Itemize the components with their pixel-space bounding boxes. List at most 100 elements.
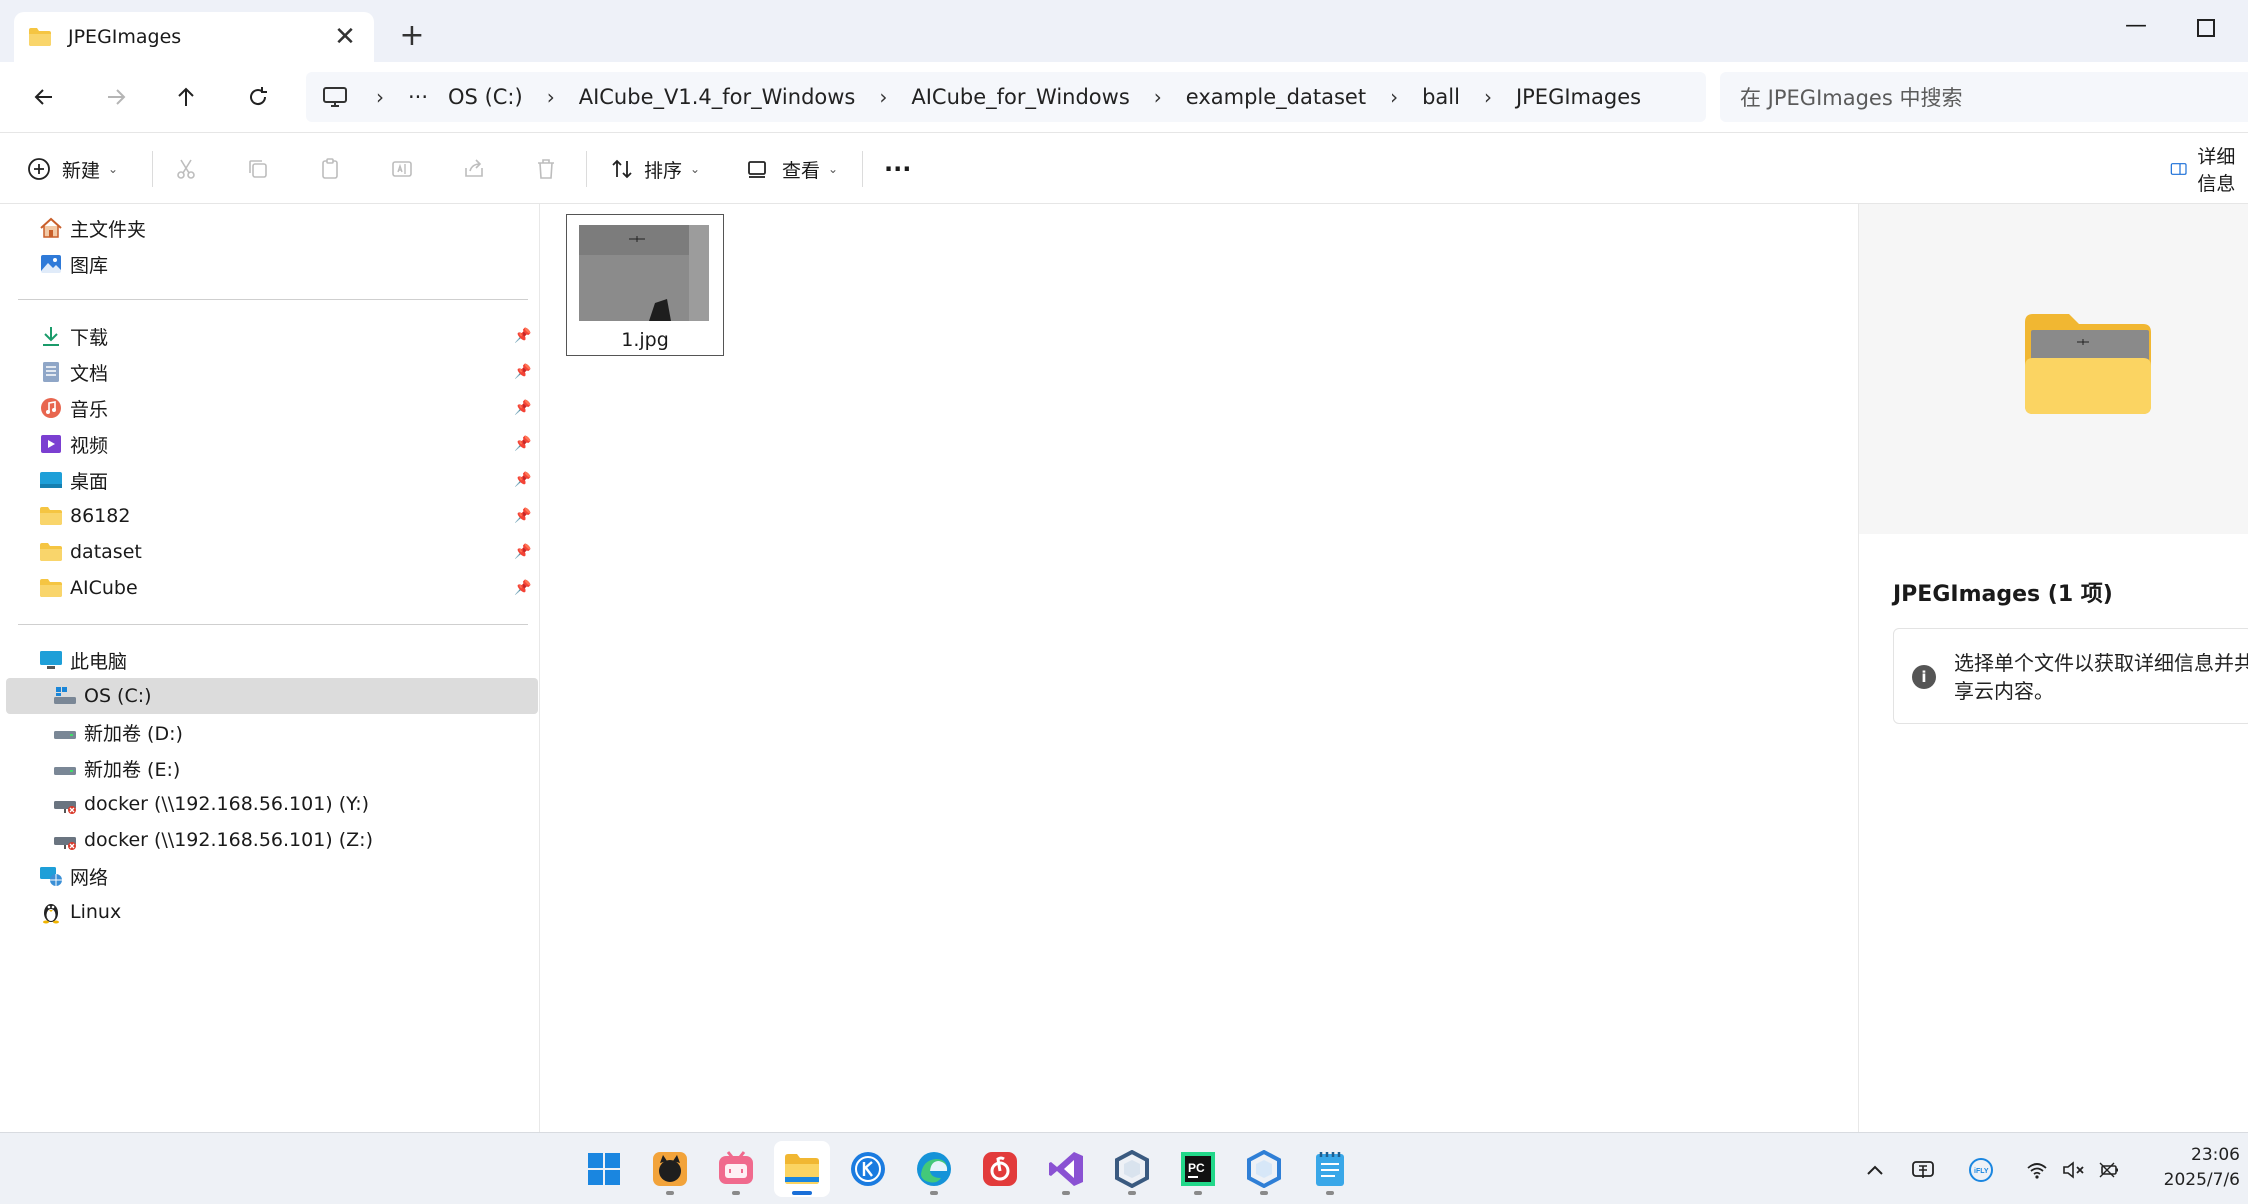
sidebar-item-music[interactable]: 音乐 📌 <box>0 390 538 426</box>
clock[interactable]: 23:06 2025/7/6 <box>2130 1143 2240 1193</box>
new-button[interactable]: 新建 ⌄ <box>26 147 118 191</box>
taskbar-bilibili[interactable] <box>708 1141 764 1197</box>
delete-button[interactable] <box>524 147 568 191</box>
bilibili-icon <box>719 1151 753 1184</box>
sort-icon <box>612 159 632 179</box>
address-more-button[interactable]: ··· <box>398 85 438 109</box>
arrow-up-icon <box>178 87 194 106</box>
clipboard-icon <box>322 158 338 179</box>
pin-icon: 📌 <box>514 580 532 596</box>
hex-app-icon <box>1115 1150 1149 1188</box>
title-bar: JPEGImages ✕ + — <box>0 0 2248 62</box>
file-name: 1.jpg <box>621 329 669 351</box>
tab-jpegimages[interactable]: JPEGImages ✕ <box>14 12 374 62</box>
sidebar-item-dataset[interactable]: dataset 📌 <box>0 534 538 570</box>
breadcrumb-jpegimages[interactable]: JPEGImages <box>1506 85 1651 109</box>
rename-button[interactable] <box>380 147 424 191</box>
sidebar-item-network[interactable]: 网络 <box>0 858 538 894</box>
breadcrumb-aicube-v14[interactable]: AICube_V1.4_for_Windows <box>569 85 866 109</box>
visual-studio-icon <box>1049 1152 1083 1186</box>
sidebar-item-os-c[interactable]: OS (C:) <box>6 678 538 714</box>
copy-button[interactable] <box>236 147 280 191</box>
show-hidden-icons-button[interactable] <box>1858 1153 1892 1187</box>
navigation-pane: 主文件夹 图库 下载 📌 文档 📌 音乐 📌 视频 📌 桌面 📌 86182 📌… <box>0 204 540 1132</box>
breadcrumb-os-c[interactable]: OS (C:) <box>438 85 533 109</box>
taskbar-edge[interactable] <box>906 1141 962 1197</box>
taskbar-notepad[interactable] <box>1302 1141 1358 1197</box>
clock-date: 2025/7/6 <box>2163 1170 2240 1190</box>
info-message: 选择单个文件以获取详细信息并共享云内容。 <box>1954 651 2248 703</box>
chevron-right-icon: › <box>376 85 384 109</box>
breadcrumb-example-dataset[interactable]: example_dataset <box>1176 85 1376 109</box>
sidebar-item-drive-e[interactable]: 新加卷 (E:) <box>0 750 538 786</box>
pin-icon: 📌 <box>514 364 532 380</box>
new-label: 新建 <box>62 159 101 182</box>
share-button[interactable] <box>452 147 496 191</box>
ifly-icon: iFLY <box>1969 1158 1993 1182</box>
refresh-button[interactable] <box>234 73 282 121</box>
details-pane-button[interactable]: 详细信息 <box>2170 146 2248 195</box>
cut-button[interactable] <box>164 147 208 191</box>
file-list-view: 1.jpg <box>540 204 1858 1132</box>
pin-icon: 📌 <box>514 400 532 416</box>
minimize-button[interactable]: — <box>2116 6 2156 46</box>
taskbar-k-app[interactable] <box>840 1141 896 1197</box>
sidebar-item-home[interactable]: 主文件夹 <box>0 210 538 246</box>
taskbar-netease-music[interactable] <box>972 1141 1028 1197</box>
back-button[interactable] <box>20 73 68 121</box>
taskbar-cat-app[interactable] <box>642 1141 698 1197</box>
pin-icon: 📌 <box>514 436 532 452</box>
k-app-icon <box>851 1152 885 1186</box>
sort-button[interactable]: 排序 ⌄ <box>610 147 700 191</box>
running-indicator <box>792 1191 812 1195</box>
sidebar-item-documents[interactable]: 文档 📌 <box>0 354 538 390</box>
tab-close-button[interactable]: ✕ <box>330 22 360 52</box>
taskbar-hex-app-2[interactable] <box>1236 1141 1292 1197</box>
taskbar-pycharm[interactable]: PC <box>1170 1141 1226 1197</box>
sidebar-item-drive-d[interactable]: 新加卷 (D:) <box>0 714 538 750</box>
sidebar-item-this-pc[interactable]: 此电脑 <box>0 642 538 678</box>
battery-button[interactable] <box>2092 1153 2126 1187</box>
input-method-button[interactable] <box>1906 1153 1940 1187</box>
start-button[interactable] <box>576 1141 632 1197</box>
sidebar-item-gallery[interactable]: 图库 <box>0 246 538 282</box>
sidebar-item-linux[interactable]: Linux <box>0 894 538 930</box>
sidebar-item-aicube[interactable]: AICube 📌 <box>0 570 538 606</box>
sidebar-item-drive-z[interactable]: docker (\\192.168.56.101) (Z:) <box>0 822 538 858</box>
clock-time: 23:06 <box>2191 1145 2240 1165</box>
wifi-button[interactable] <box>2020 1153 2054 1187</box>
new-tab-button[interactable]: + <box>392 16 432 56</box>
breadcrumb-aicube-for-windows[interactable]: AICube_for_Windows <box>901 85 1139 109</box>
taskbar-file-explorer[interactable] <box>774 1141 830 1197</box>
address-bar[interactable]: › ··· OS (C:) › AICube_V1.4_for_Windows … <box>306 72 1706 122</box>
forward-button[interactable] <box>92 73 140 121</box>
network-drive-icon <box>52 792 78 816</box>
sidebar-item-downloads[interactable]: 下载 📌 <box>0 318 538 354</box>
video-icon <box>38 432 64 456</box>
breadcrumb-ball[interactable]: ball <box>1412 85 1470 109</box>
running-indicator <box>1128 1191 1136 1195</box>
file-item-1jpg[interactable]: 1.jpg <box>566 214 724 356</box>
drive-icon <box>52 684 78 708</box>
chevron-right-icon: › <box>1153 85 1162 109</box>
sidebar-item-drive-y[interactable]: docker (\\192.168.56.101) (Y:) <box>0 786 538 822</box>
info-icon: i <box>1912 665 1936 689</box>
ifly-input-button[interactable]: iFLY <box>1964 1153 1998 1187</box>
maximize-button[interactable] <box>2184 6 2224 46</box>
taskbar-hex-app[interactable] <box>1104 1141 1160 1197</box>
chevron-right-icon: › <box>1483 85 1492 109</box>
hex-app-2-icon <box>1247 1150 1281 1188</box>
details-pane-icon <box>2170 163 2187 175</box>
more-options-button[interactable]: ··· <box>884 147 911 191</box>
sidebar-item-desktop[interactable]: 桌面 📌 <box>0 462 538 498</box>
search-input[interactable]: 在 JPEGImages 中搜索 <box>1720 72 2248 122</box>
paste-button[interactable] <box>308 147 352 191</box>
network-icon <box>38 864 64 888</box>
volume-button[interactable] <box>2056 1153 2090 1187</box>
sidebar-item-videos[interactable]: 视频 📌 <box>0 426 538 462</box>
view-button[interactable]: 查看 ⌄ <box>746 147 838 191</box>
pycharm-icon: PC <box>1181 1152 1215 1186</box>
sidebar-item-86182[interactable]: 86182 📌 <box>0 498 538 534</box>
taskbar-visual-studio[interactable] <box>1038 1141 1094 1197</box>
up-button[interactable] <box>162 73 210 121</box>
